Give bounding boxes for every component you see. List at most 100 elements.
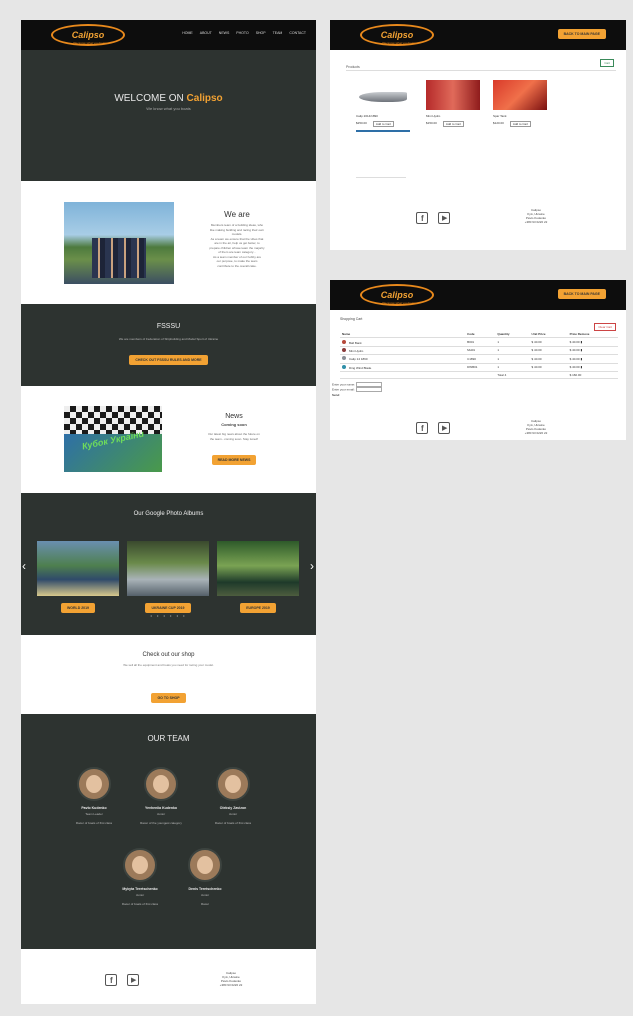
nav-contact[interactable]: CONTACT (289, 31, 306, 35)
back-main-button[interactable]: BACK TO MAIN PAGE (557, 29, 606, 39)
back-main-button[interactable]: BACK TO MAIN PAGE (557, 289, 606, 299)
product-thumb (342, 339, 346, 344)
footer-contact: Calipso Kyiv, Ukraine Pavlo Kudenko +380… (516, 419, 556, 435)
total-label: Total (497, 373, 504, 378)
row-price: $ 40.00 (569, 348, 580, 353)
col-price: Price Remove (567, 331, 618, 339)
shop-text: We sell all the equipment and boats you … (123, 663, 214, 667)
logo-tagline: We know what you boats (382, 41, 416, 45)
nav-home[interactable]: HOME (182, 31, 193, 35)
cart-link[interactable]: Cart (600, 59, 614, 67)
fssu-button-wrap: CHECK OUT FSSSU RULES AND MORE (21, 348, 316, 366)
nav-about[interactable]: ABOUT (200, 31, 212, 35)
row-code: B001 (465, 337, 496, 347)
product-image[interactable] (426, 80, 480, 110)
avatar (188, 848, 222, 882)
footer-contact: Calipso Kyiv, Ukraine Pavlo Kudenko +380… (516, 208, 556, 224)
total-row: Total 4 $ 160.00 (340, 371, 618, 380)
shop-nav: Calipso We know what you boats BACK TO M… (330, 20, 626, 50)
hero-section: Calipso We know what you boats HOME ABOU… (21, 20, 316, 181)
hero-heading: WELCOME ON Calipso (21, 93, 316, 104)
logo[interactable]: Calipso We know what you boats (360, 284, 434, 306)
member-quote: Racer of boats of first class (121, 902, 159, 906)
member-quote: Racer of boats of first class (75, 821, 113, 825)
albums-title: Our Google Photo Albums (133, 511, 204, 517)
news-button[interactable]: READ MORE NEWS (211, 455, 257, 465)
carousel-next-icon[interactable]: › (310, 559, 314, 573)
album-card[interactable] (217, 541, 299, 596)
nav-news[interactable]: NEWS (219, 31, 230, 35)
row-qty: 1 (495, 354, 530, 364)
facebook-icon[interactable]: f (416, 212, 428, 224)
youtube-icon[interactable]: ▶ (438, 422, 450, 434)
clear-cart-button[interactable]: Clear Cart (594, 323, 616, 331)
carousel-prev-icon[interactable]: ‹ (22, 559, 26, 573)
youtube-icon[interactable]: ▶ (438, 212, 450, 224)
trash-icon[interactable]: ▮ (580, 365, 582, 369)
social-icons: f ▶ (105, 974, 139, 986)
email-input[interactable] (355, 387, 382, 393)
team-photo (64, 202, 174, 284)
album-card[interactable] (37, 541, 119, 596)
trash-icon[interactable]: ▮ (580, 357, 582, 361)
cell-total: Total 4 (495, 371, 530, 380)
cart-table: Name Code Quantity Unit Price Price Remo… (340, 331, 618, 380)
fssu-button[interactable]: CHECK OUT FSSSU RULES AND MORE (129, 355, 208, 365)
row-unit: $ 40.00 (529, 346, 568, 356)
nav-shop[interactable]: SHOP (256, 31, 266, 35)
member-role: Junior (135, 893, 145, 897)
products-divider (346, 70, 616, 71)
member-role: Junior (228, 812, 238, 816)
news-text: Our latest big news about the future on … (199, 432, 269, 441)
we-are-section: We are Members team of a building ideas,… (21, 181, 316, 304)
cell-name: Mini Hydro (340, 346, 466, 356)
news-section: Кубок України News Coming soon Our lates… (21, 386, 316, 493)
product-image[interactable] (493, 80, 547, 110)
news-subtitle: Coming soon (221, 422, 247, 427)
albums-section: Our Google Photo Albums WORLD 2019 UKRAI… (21, 493, 316, 635)
team-title: OUR TEAM (147, 734, 190, 743)
trash-icon[interactable]: ▮ (580, 340, 582, 344)
row-price: $ 40.00 (569, 340, 580, 345)
logo[interactable]: Calipso We know what you boats (51, 24, 125, 46)
team-member: Yevheniia Kudenko Junior Racer of the yo… (126, 767, 196, 825)
add-to-cart-button[interactable]: Add to Cart (509, 121, 532, 127)
add-to-cart-button[interactable]: Add to Cart (442, 121, 465, 127)
youtube-icon[interactable]: ▶ (127, 974, 139, 986)
album-card[interactable] (127, 541, 209, 596)
album-label[interactable]: WORLD 2019 (61, 603, 95, 613)
team-member: Mykyta Teretschenko Junior Racer of boat… (105, 848, 175, 906)
album-label[interactable]: EUROPE 2019 (240, 603, 276, 613)
facebook-icon[interactable]: f (416, 422, 428, 434)
product-card: Calip 2014/1890 $250.00 Add to Cart (356, 80, 412, 132)
shop-button[interactable]: GO TO SHOP (151, 693, 186, 703)
album-label-wrap: UKRAINE CUP 2019 (127, 596, 209, 614)
product-card: Mini Hydro $150.00 Add to Cart (426, 80, 482, 127)
hero-prefix: WELCOME ON (114, 93, 184, 104)
we-are-text: Members team of a building ideas, who li… (201, 223, 273, 268)
send-button[interactable]: Send (332, 393, 382, 398)
name-input[interactable] (355, 382, 382, 387)
facebook-icon[interactable]: f (105, 974, 117, 986)
checkout-form: Enter your name: Enter your email: Send (332, 382, 382, 398)
product-price: $150.00 (426, 121, 437, 125)
member-role: Team Leader (85, 812, 103, 816)
cart-table-wrap: Name Code Quantity Unit Price Price Remo… (340, 331, 618, 380)
nav-photo[interactable]: PHOTO (236, 31, 248, 35)
news-line: the team - coming soon. Stay tuned! (209, 436, 259, 441)
product-thumb (342, 356, 346, 361)
album-label[interactable]: UKRAINE CUP 2019 (145, 603, 191, 613)
trash-icon[interactable]: ▮ (580, 348, 582, 352)
main-page-panel: Calipso We know what you boats HOME ABOU… (21, 20, 316, 1004)
member-name: Oleksiy Zavizon (219, 806, 247, 810)
cell-empty (465, 371, 496, 380)
col-name: Name (340, 331, 466, 339)
cart-heading: Shopping Cart (340, 317, 363, 321)
nav-team[interactable]: TEAM (273, 31, 283, 35)
product-image[interactable] (356, 80, 410, 110)
card-bar (356, 130, 410, 132)
logo[interactable]: Calipso We know what you boats (360, 24, 434, 46)
add-to-cart-button[interactable]: Add to Cart (372, 121, 395, 127)
row-name: Mini Hydro (349, 348, 364, 353)
row-name: Ding Wind Blade (349, 365, 372, 370)
